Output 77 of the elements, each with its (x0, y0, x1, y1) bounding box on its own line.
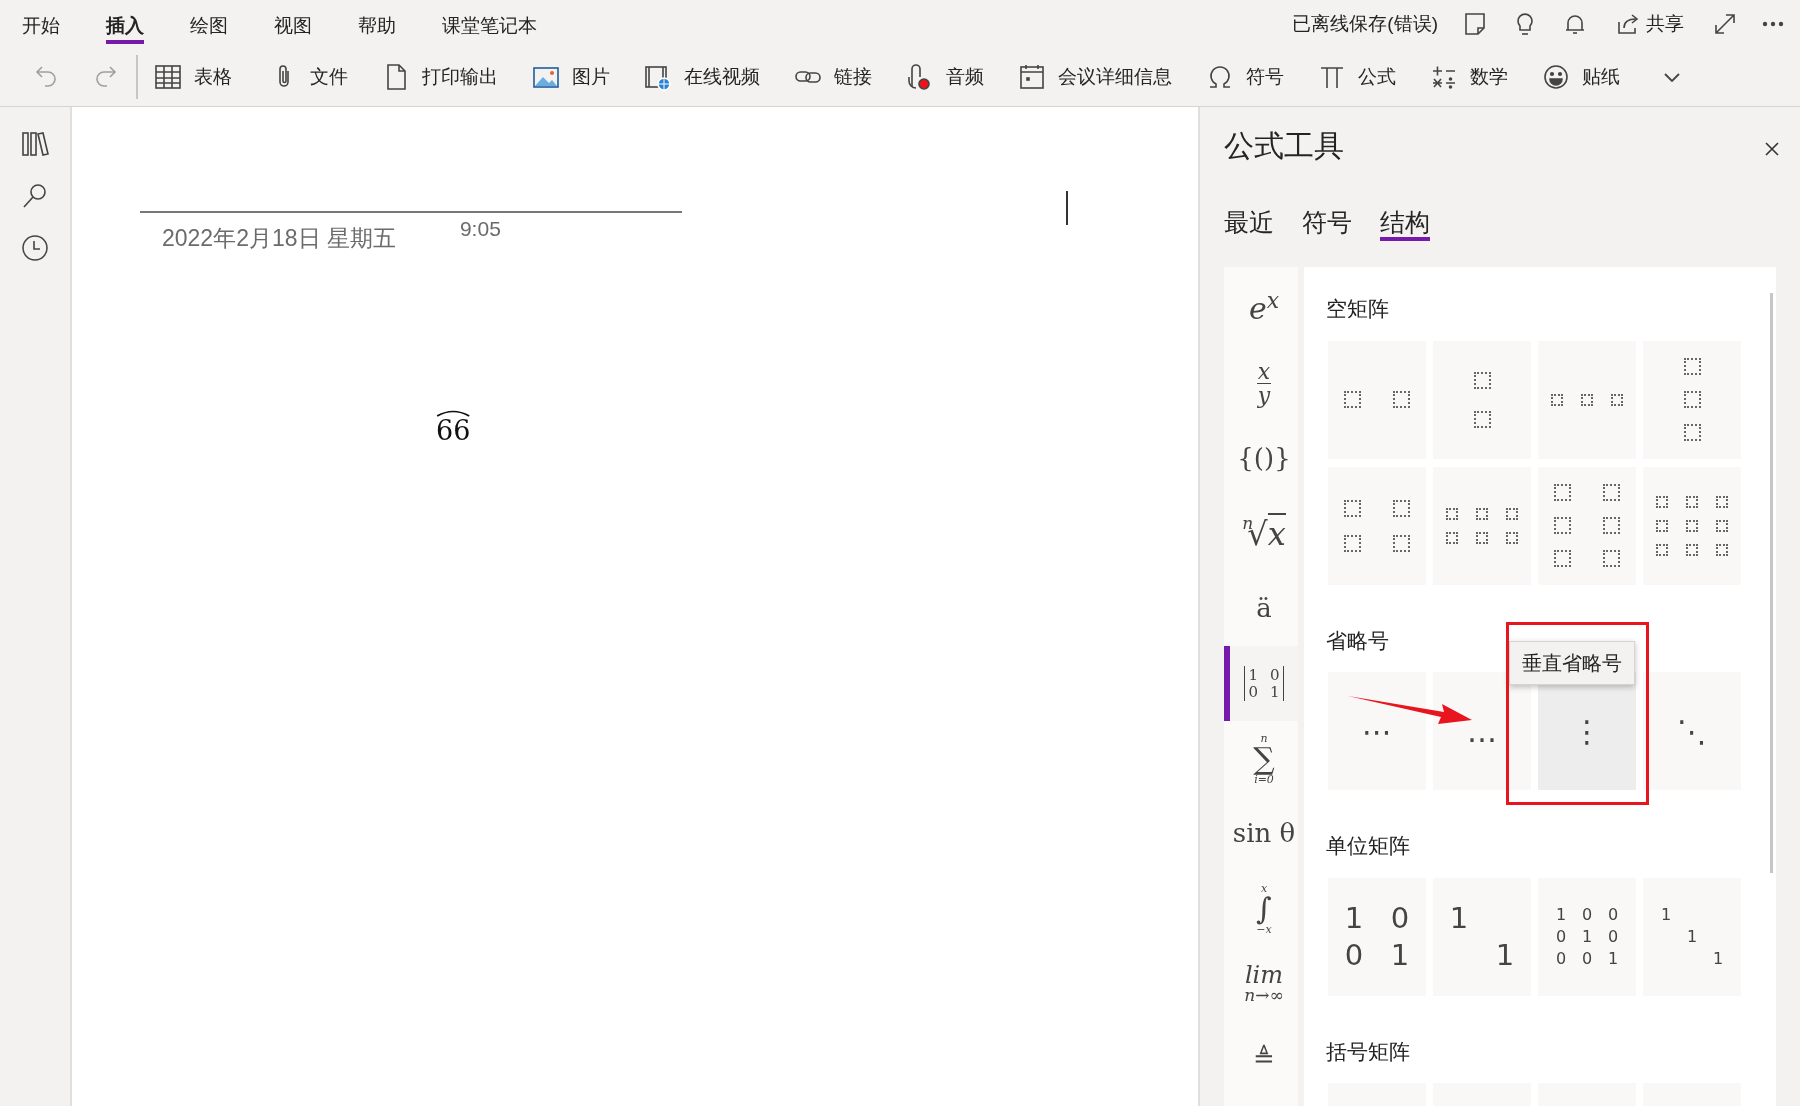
structure-tile[interactable] (1643, 466, 1741, 585)
structure-tile[interactable] (1538, 466, 1636, 585)
panel-tab[interactable]: 符号 (1302, 207, 1352, 242)
ribbon-tab[interactable]: 帮助 (358, 9, 396, 45)
panel-tab[interactable]: 最近 (1224, 207, 1274, 242)
structure-category[interactable]: ≜ (1224, 1021, 1298, 1097)
scrollbar[interactable] (1770, 293, 1773, 874)
structure-tile[interactable]: 1 1 1 (1643, 877, 1741, 996)
toolbar-button[interactable]: 符号 (1202, 62, 1288, 92)
structure-tile[interactable]: … (1433, 672, 1531, 791)
structure-tile[interactable]: 1 1 (1433, 877, 1531, 996)
text-cursor (1066, 191, 1068, 226)
ribbon-tab[interactable]: 视图 (274, 9, 312, 45)
ribbon-tab[interactable]: 开始 (22, 9, 60, 45)
page-date: 2022年2月18日 星期五 (162, 224, 396, 254)
structure-category[interactable]: lim n→∞ (1224, 946, 1298, 1022)
structure-category[interactable]: e$^{x}$ (1224, 271, 1298, 347)
toolbar-button[interactable]: 会议详细信息 (1014, 62, 1176, 92)
toolbar-button[interactable]: 图片 (528, 62, 614, 92)
placeholder-grid-icon (1551, 393, 1623, 406)
section-title: 省略号 (1326, 627, 1390, 654)
ribbon-tab[interactable]: 插入 (106, 9, 144, 45)
placeholder-grid-icon (1446, 507, 1518, 544)
structure-tile[interactable] (1643, 340, 1741, 459)
arc-accent-icon (436, 409, 471, 418)
section-title: 括号矩阵 (1326, 1038, 1411, 1065)
panel-tab[interactable]: 结构 (1380, 207, 1430, 242)
structure-category[interactable]: sin θ (1224, 796, 1298, 872)
structure-tile[interactable]: 1 0 0 0 1 0 0 0 1 (1538, 877, 1636, 996)
smiley-icon (1542, 62, 1570, 91)
toolbar-button[interactable]: 表格 (150, 62, 236, 92)
toolbar-button[interactable]: 公式 (1314, 62, 1400, 92)
structure-tile[interactable]: 1 0 0 1 (1328, 877, 1426, 996)
structure-category[interactable]: {()} (1224, 421, 1298, 497)
structure-tile[interactable] (1328, 340, 1426, 459)
calendar-icon (1018, 62, 1046, 91)
structure-tile[interactable]: ⋱ (1643, 672, 1741, 791)
toolbar-button[interactable]: 文件 (266, 62, 352, 92)
placeholder-grid-icon (1473, 371, 1491, 428)
placeholder-grid-icon (1344, 391, 1410, 409)
placeholder-grid-icon (1683, 358, 1701, 442)
caret-icon (1664, 73, 1680, 83)
structure-category[interactable]: n ∑ i=0 (1224, 721, 1298, 797)
section-title: 空矩阵 (1326, 296, 1390, 323)
structure-tile[interactable] (1433, 466, 1531, 585)
save-status: 已离线保存(错误) (1292, 11, 1438, 36)
structure-tile[interactable] (1538, 340, 1636, 459)
structure-tile[interactable]: ⋯ (1328, 672, 1426, 791)
structure-category[interactable]: 1 0 0 1 (1224, 646, 1298, 722)
section-title: 单位矩阵 (1326, 833, 1411, 860)
equation: 66 (436, 409, 471, 445)
placeholder-grid-icon (1554, 484, 1620, 568)
toolbar-button[interactable]: 数学 (1426, 62, 1512, 92)
toolbar-button[interactable]: 音频 (902, 62, 988, 92)
toolbar-button[interactable]: 贴纸 (1538, 62, 1624, 92)
ribbon-tab[interactable]: 绘图 (190, 9, 228, 45)
toolbar-button[interactable]: 链接 (790, 62, 876, 92)
panel-title: 公式工具 (1224, 128, 1344, 165)
structure-tile[interactable] (1433, 340, 1531, 459)
structure-category[interactable]: $^{n}$√x (1224, 496, 1298, 572)
share-button[interactable]: 共享 (1612, 9, 1688, 39)
toolbar-button[interactable]: 在线视频 (640, 62, 764, 92)
table-icon (154, 62, 182, 91)
more-icon (1762, 20, 1784, 27)
structure-tile[interactable] (1328, 466, 1426, 585)
clock-icon (20, 233, 50, 264)
structure-category[interactable]: x ∫ −x (1224, 871, 1298, 947)
notebook-icon (1462, 10, 1488, 37)
tooltip: 垂直省略号 (1509, 641, 1635, 686)
share-icon (1616, 11, 1640, 36)
page-time: 9:05 (459, 216, 501, 243)
structure-category[interactable]: ä (1224, 571, 1298, 647)
structure-category[interactable]: x y (1224, 346, 1298, 422)
toolbar-button[interactable]: 打印输出 (378, 62, 502, 92)
placeholder-grid-icon (1344, 499, 1410, 552)
ribbon-tab[interactable]: 课堂笔记本 (442, 9, 537, 45)
placeholder-grid-icon (1656, 495, 1728, 556)
